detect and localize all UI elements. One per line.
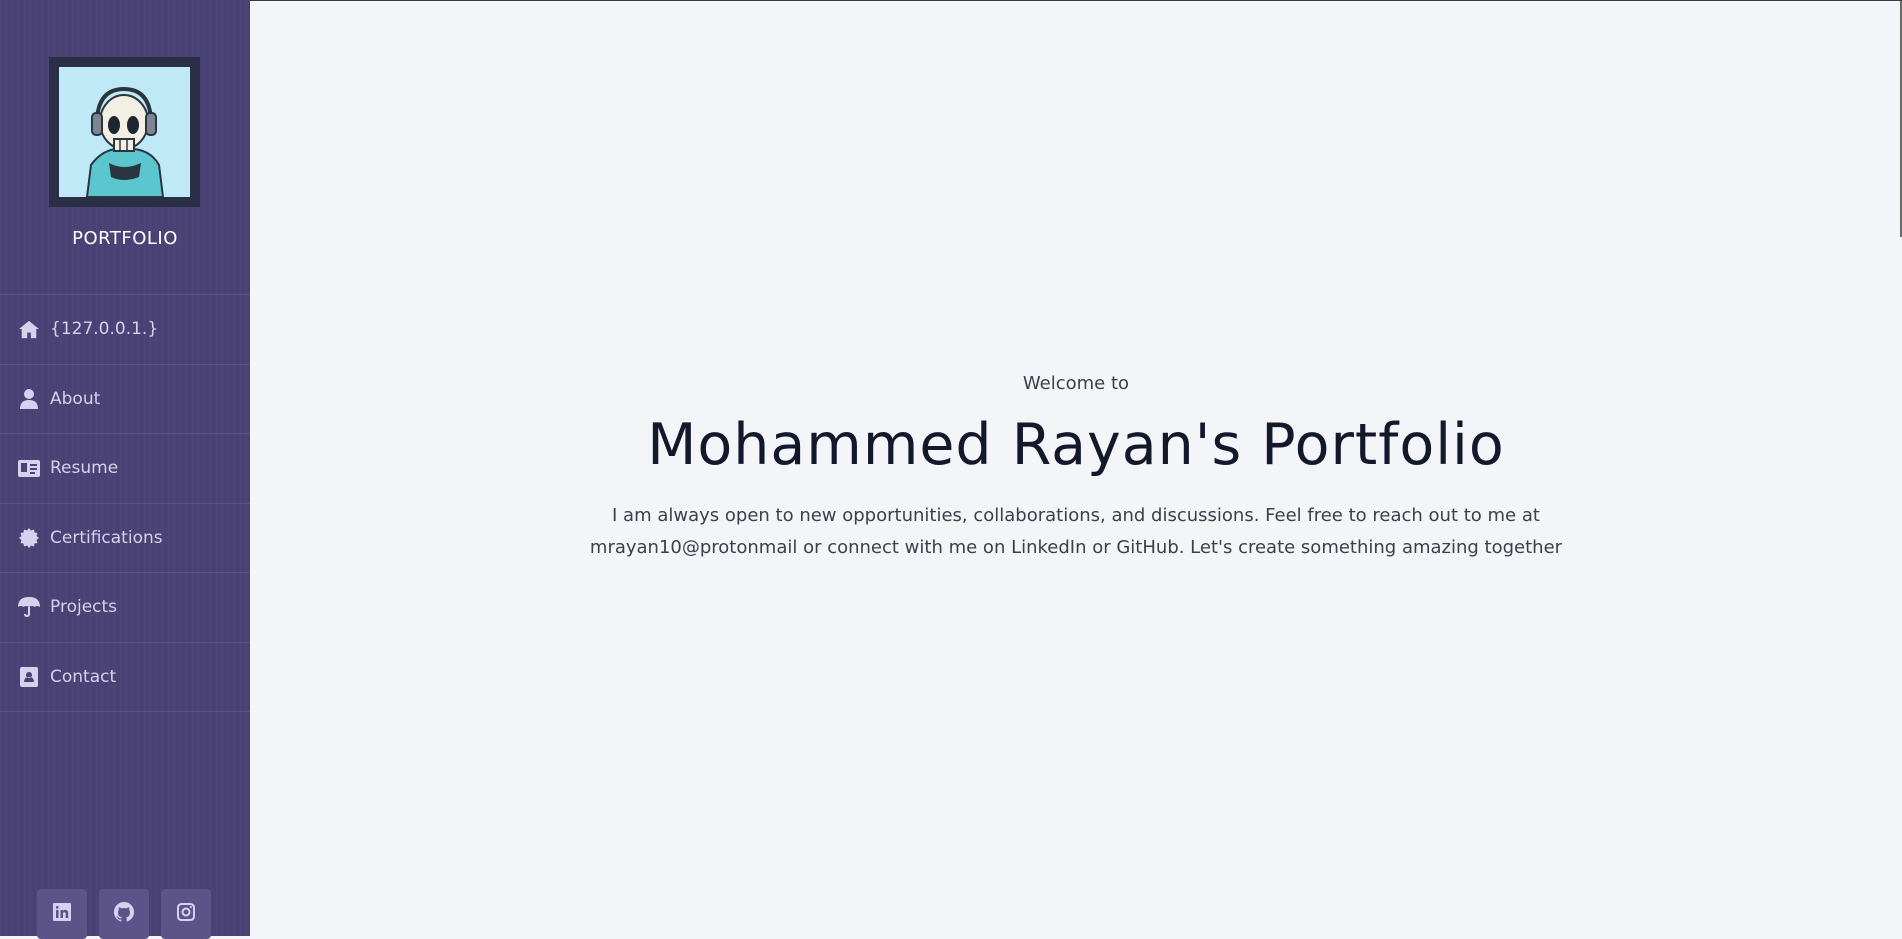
sidebar-item-label: Contact bbox=[50, 666, 117, 687]
umbrella-icon bbox=[18, 596, 40, 618]
sidebar-item-label: About bbox=[50, 388, 101, 409]
home-icon bbox=[18, 318, 40, 340]
github-icon bbox=[113, 901, 135, 926]
github-button[interactable] bbox=[99, 889, 149, 939]
sidebar-nav: {127.0.0.1.} About Resume Certifications… bbox=[0, 294, 250, 712]
hero-description: I am always open to new opportunities, c… bbox=[589, 505, 1563, 558]
brand-title[interactable]: PORTFOLIO bbox=[0, 228, 250, 249]
user-icon bbox=[18, 388, 40, 410]
sidebar-item-certifications[interactable]: Certifications bbox=[0, 504, 250, 573]
sidebar-item-home[interactable]: {127.0.0.1.} bbox=[0, 295, 250, 365]
address-book-icon bbox=[18, 666, 40, 688]
sidebar-item-about[interactable]: About bbox=[0, 365, 250, 434]
sidebar: PORTFOLIO {127.0.0.1.} About Resume Cert… bbox=[0, 0, 250, 939]
sidebar-item-resume[interactable]: Resume bbox=[0, 434, 250, 504]
sidebar-item-label: Projects bbox=[50, 597, 118, 618]
instagram-button[interactable] bbox=[161, 889, 211, 939]
sidebar-item-label: Certifications bbox=[50, 527, 163, 548]
skull-avatar-image bbox=[59, 67, 190, 197]
linkedin-icon bbox=[53, 903, 71, 925]
page-title: Mohammed Rayan's Portfolio bbox=[647, 412, 1505, 478]
welcome-text: Welcome to bbox=[1022, 373, 1130, 394]
id-card-icon bbox=[18, 457, 40, 479]
hero-section: Welcome to Mohammed Rayan's Portfolio I … bbox=[250, 373, 1902, 564]
sidebar-item-projects[interactable]: Projects bbox=[0, 573, 250, 643]
avatar[interactable] bbox=[49, 57, 200, 207]
sidebar-item-contact[interactable]: Contact bbox=[0, 643, 250, 712]
linkedin-button[interactable] bbox=[37, 889, 87, 939]
main-content: Welcome to Mohammed Rayan's Portfolio I … bbox=[250, 0, 1902, 936]
certificate-icon bbox=[18, 527, 40, 549]
sidebar-item-label: Resume bbox=[50, 458, 119, 479]
instagram-icon bbox=[177, 903, 195, 925]
social-links bbox=[37, 889, 211, 939]
sidebar-item-label: {127.0.0.1.} bbox=[50, 319, 159, 340]
